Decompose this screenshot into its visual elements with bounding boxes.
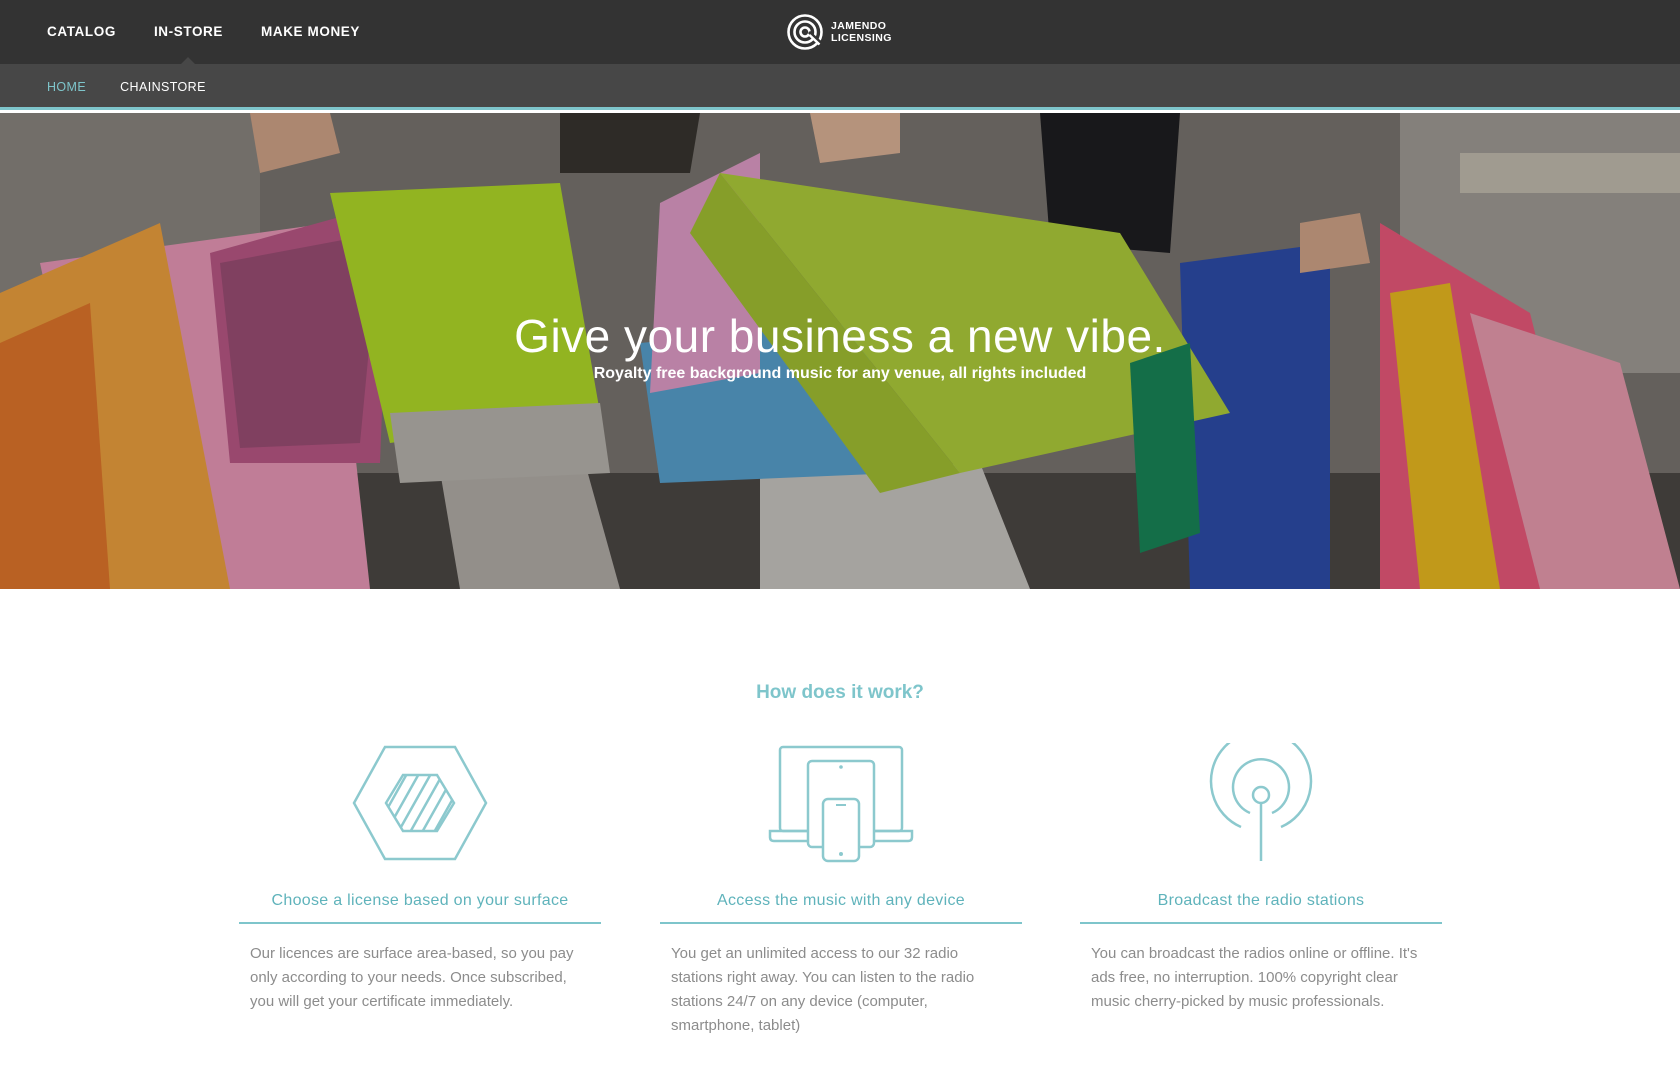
- hero-title: Give your business a new vibe.: [514, 310, 1166, 362]
- nav-catalog[interactable]: CATALOG: [47, 0, 116, 64]
- feature-icon-wrap: [1080, 740, 1442, 866]
- brand-wordmark: JAMENDO LICENSING: [831, 20, 892, 44]
- feature-license: Choose a license based on your surface O…: [239, 740, 601, 1014]
- feature-license-text: Our licences are surface area-based, so …: [250, 945, 574, 1010]
- sub-nav: HOME CHAINSTORE: [47, 64, 240, 110]
- how-it-works-heading: How does it work?: [756, 682, 924, 703]
- subnav-home[interactable]: HOME: [47, 80, 86, 94]
- brand-logo-link[interactable]: JAMENDO LICENSING: [786, 13, 892, 51]
- feature-license-title: Choose a license based on your surface: [239, 892, 601, 924]
- nav-make-money[interactable]: MAKE MONEY: [261, 0, 360, 64]
- feature-devices-text: You get an unlimited access to our 32 ra…: [671, 945, 975, 1034]
- feature-broadcast-title: Broadcast the radio stations: [1080, 892, 1442, 924]
- brand-line-1: JAMENDO: [831, 20, 887, 32]
- nav-in-store[interactable]: IN-STORE: [154, 0, 223, 64]
- devices-icon: [768, 745, 914, 863]
- feature-broadcast: Broadcast the radio stations You can bro…: [1080, 740, 1442, 1014]
- hero-banner: Give your business a new vibe. Royalty f…: [0, 113, 1680, 589]
- hero-subtitle: Royalty free background music for any ve…: [593, 365, 1087, 382]
- main-nav: CATALOG IN-STORE MAKE MONEY: [47, 0, 398, 64]
- feature-devices-title: Access the music with any device: [660, 892, 1022, 924]
- brand-line-2: LICENSING: [831, 32, 892, 44]
- sub-navigation-bar: HOME CHAINSTORE: [0, 64, 1680, 110]
- top-navigation-bar: CATALOG IN-STORE MAKE MONEY JAMENDO LICE…: [0, 0, 1680, 64]
- radio-broadcast-icon: [1209, 743, 1313, 861]
- feature-icon-wrap: [239, 740, 601, 866]
- hexagon-surface-icon: [352, 745, 488, 861]
- feature-devices: Access the music with any device You get…: [660, 740, 1022, 1038]
- feature-broadcast-text: You can broadcast the radios online or o…: [1091, 945, 1418, 1010]
- jamendo-logo-icon: [787, 14, 823, 50]
- feature-icon-wrap: [660, 740, 1022, 866]
- subnav-chainstore[interactable]: CHAINSTORE: [120, 80, 206, 94]
